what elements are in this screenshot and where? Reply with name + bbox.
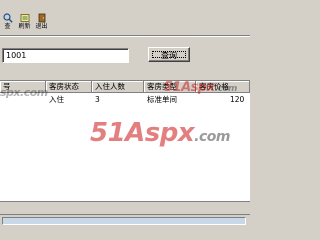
toolbar-button-query-label: 查 <box>4 23 11 30</box>
status-panel <box>2 217 246 225</box>
column-header-occupants[interactable]: 入住人数 <box>92 81 144 93</box>
toolbar-button-query[interactable]: 查 <box>0 12 15 34</box>
search-button[interactable]: 查询 <box>148 47 190 62</box>
bottom-divider <box>0 201 250 202</box>
column-header-room-no[interactable]: 号 <box>0 81 46 93</box>
toolbar-button-exit-label: 退出 <box>35 23 48 30</box>
app-window: 查 刷新 退出 查询 号 客房状态 入住人数 客房类型 <box>0 0 250 230</box>
toolbar-button-refresh-label: 刷新 <box>18 23 31 30</box>
cell-occupants: 3 <box>95 95 100 104</box>
toolbar-divider <box>0 35 250 37</box>
cell-price: 120 <box>230 95 245 104</box>
toolbar-button-refresh[interactable]: 刷新 <box>17 12 32 34</box>
cell-status: 入住 <box>49 95 64 104</box>
table-row[interactable]: 入住 3 标准单间 120 <box>0 94 250 105</box>
column-header-room-type[interactable]: 客房类型 <box>144 81 196 93</box>
column-header-status[interactable]: 客房状态 <box>46 81 92 93</box>
cell-room-type: 标准单间 <box>147 95 177 104</box>
grid-header: 号 客房状态 入住人数 客房类型 客房价格 <box>0 81 250 94</box>
status-bar <box>0 214 250 227</box>
toolbar-button-exit[interactable]: 退出 <box>34 12 49 34</box>
refresh-icon <box>20 14 29 22</box>
room-number-input[interactable] <box>2 48 129 63</box>
cell-room-no <box>0 94 46 105</box>
column-header-price[interactable]: 客房价格 <box>196 81 250 93</box>
room-grid[interactable]: 号 客房状态 入住人数 客房类型 客房价格 入住 3 标准单间 120 <box>0 80 250 201</box>
exit-icon <box>38 13 45 23</box>
toolbar: 查 刷新 退出 <box>0 12 250 34</box>
search-button-label: 查询 <box>161 51 177 60</box>
query-icon <box>2 13 13 23</box>
